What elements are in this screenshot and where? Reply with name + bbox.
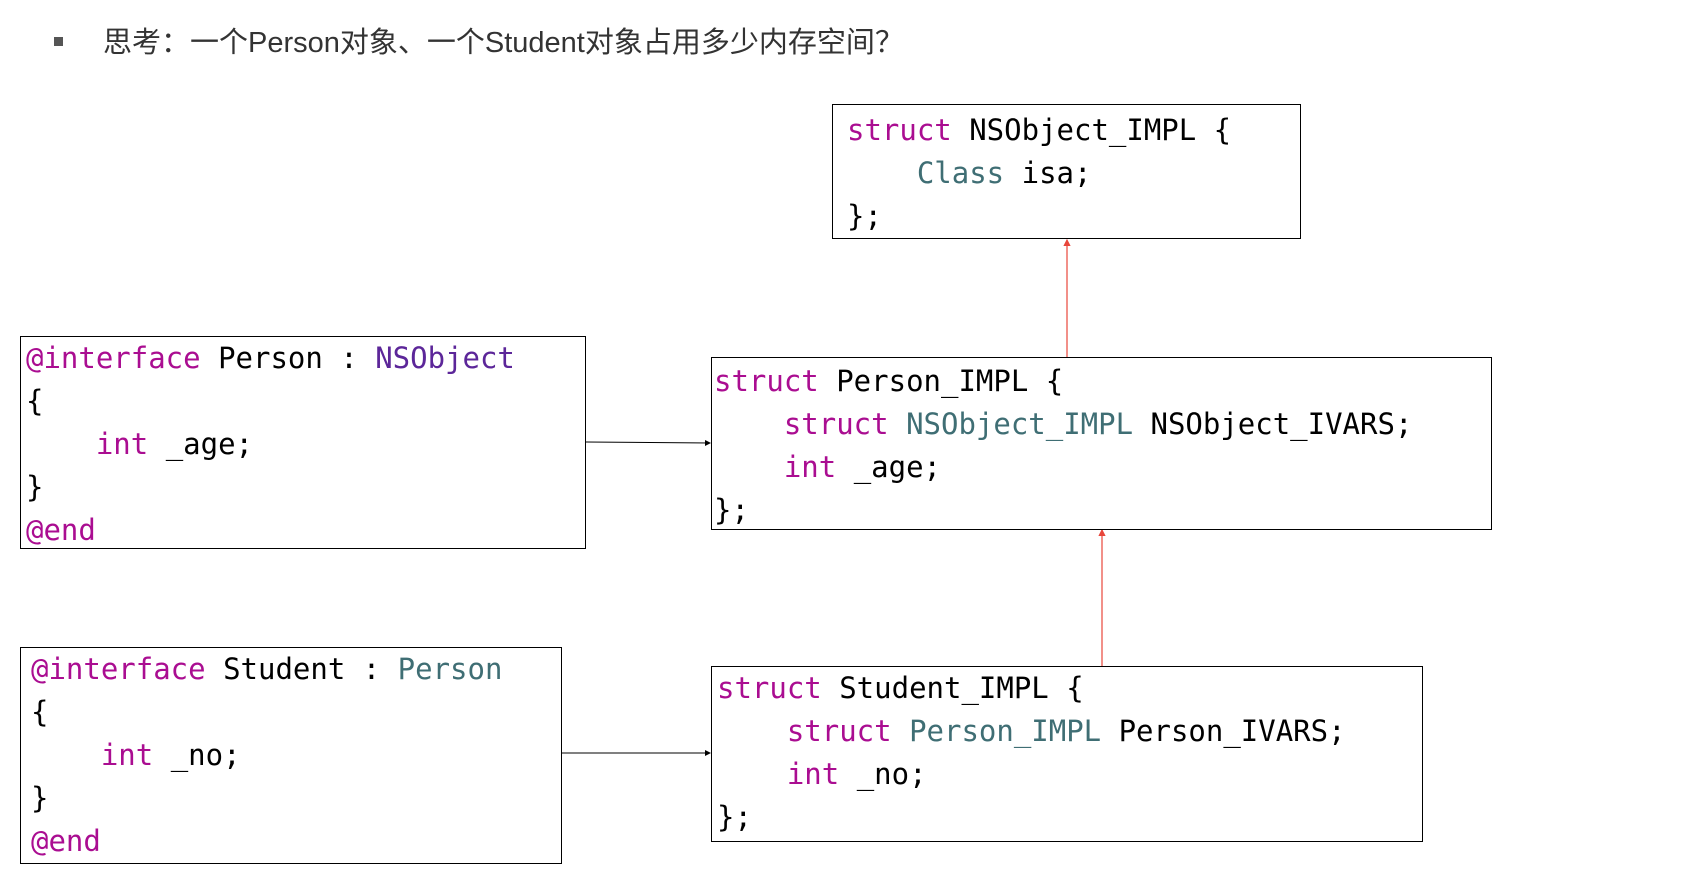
close-brace: } xyxy=(31,781,49,815)
keyword-int: int xyxy=(783,450,837,484)
code-line: @end xyxy=(31,820,561,863)
code-line: }; xyxy=(717,796,1422,839)
keyword-interface: @interface xyxy=(26,341,201,375)
ivar-name: _no; xyxy=(153,738,241,772)
arrow-person-to-impl xyxy=(585,439,711,446)
struct-name: Person_IMPL { xyxy=(818,364,1064,398)
open-brace: { xyxy=(31,695,49,729)
code-line: { xyxy=(31,691,561,734)
code-line: int _age; xyxy=(714,446,1491,489)
person-interface-code: @interface Person : NSObject { int _age;}… xyxy=(21,337,585,548)
close-brace: }; xyxy=(847,199,882,233)
keyword-int: int xyxy=(786,757,840,791)
code-line: @interface Person : NSObject xyxy=(26,337,585,380)
field-name: NSObject_IVARS; xyxy=(1133,407,1413,441)
code-line: struct NSObject_IMPL NSObject_IVARS; xyxy=(714,403,1491,446)
keyword-struct: struct xyxy=(717,671,822,705)
code-line: @end xyxy=(26,509,585,548)
field-type: NSObject_IMPL xyxy=(888,407,1134,441)
keyword-struct: struct xyxy=(714,364,819,398)
keyword-end: @end xyxy=(26,513,96,547)
code-line: int _age; xyxy=(26,423,585,466)
code-line: struct Person_IMPL Person_IVARS; xyxy=(717,710,1422,753)
person-impl-box: struct Person_IMPL { struct NSObject_IMP… xyxy=(711,357,1492,530)
field-name: Person_IVARS; xyxy=(1101,714,1346,748)
superclass-name: NSObject xyxy=(375,341,515,375)
close-brace: }; xyxy=(714,493,749,527)
class-name: Person : xyxy=(200,341,376,375)
code-line: struct Person_IMPL { xyxy=(714,360,1491,403)
code-line: }; xyxy=(714,489,1491,529)
struct-name: NSObject_IMPL { xyxy=(951,113,1232,147)
code-line: } xyxy=(31,777,561,820)
class-name: Student : xyxy=(205,652,398,686)
keyword-struct: struct xyxy=(783,407,889,441)
close-brace: } xyxy=(26,470,44,504)
keyword-end: @end xyxy=(31,824,101,858)
student-interface-box: @interface Student : Person { int _no;} @e… xyxy=(20,647,562,864)
open-brace: { xyxy=(26,384,44,418)
code-line: int _no; xyxy=(717,753,1422,796)
keyword-int: int xyxy=(95,427,149,461)
field-name: isa; xyxy=(1004,156,1092,190)
student-interface-code: @interface Student : Person { int _no;} @e… xyxy=(21,648,561,863)
code-line: @interface Student : Person xyxy=(31,648,561,691)
nsobject-impl-box: struct NSObject_IMPL { Class isa;}; xyxy=(832,104,1301,239)
nsobject-impl-code: struct NSObject_IMPL { Class isa;}; xyxy=(833,105,1300,238)
field-type: Person_IMPL xyxy=(891,714,1102,748)
struct-name: Student_IMPL { xyxy=(821,671,1084,705)
student-impl-code: struct Student_IMPL { struct Person_IMPL… xyxy=(712,667,1422,839)
code-line: struct NSObject_IMPL { xyxy=(847,109,1300,152)
code-line: }; xyxy=(847,195,1300,238)
keyword-int: int xyxy=(100,738,154,772)
keyword-struct: struct xyxy=(847,113,952,147)
person-interface-box: @interface Person : NSObject { int _age;}… xyxy=(20,336,586,549)
code-line: Class isa; xyxy=(847,152,1300,195)
type-class: Class xyxy=(916,156,1005,190)
field-name: _age; xyxy=(836,450,941,484)
student-impl-box: struct Student_IMPL { struct Person_IMPL… xyxy=(711,666,1423,842)
code-line: } xyxy=(26,466,585,509)
person-impl-code: struct Person_IMPL { struct NSObject_IMP… xyxy=(712,358,1491,529)
code-line: { xyxy=(26,380,585,423)
close-brace: }; xyxy=(717,800,752,834)
code-line: struct Student_IMPL { xyxy=(717,667,1422,710)
keyword-struct: struct xyxy=(786,714,892,748)
field-name: _no; xyxy=(839,757,927,791)
ivar-name: _age; xyxy=(148,427,253,461)
keyword-interface: @interface xyxy=(31,652,206,686)
code-line: int _no; xyxy=(31,734,561,777)
superclass-name: Person xyxy=(397,652,503,686)
